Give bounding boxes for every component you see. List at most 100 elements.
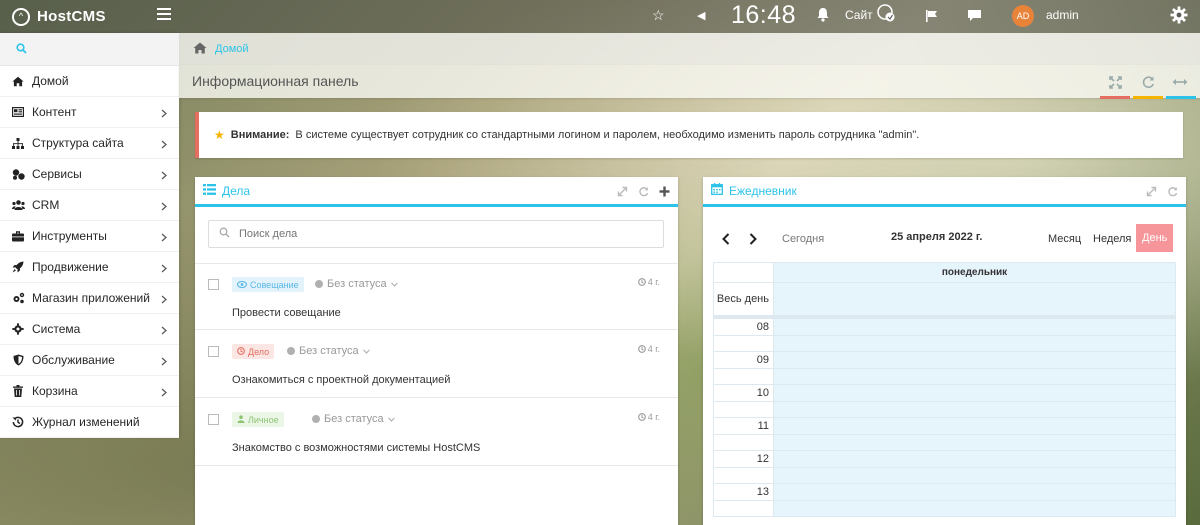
sidebar-item-8[interactable]: Система <box>0 314 179 345</box>
tasks-widget-title: Дела <box>222 183 251 198</box>
calendar-half-hour-row[interactable] <box>713 435 1176 451</box>
sidebar-item-6[interactable]: Продвижение <box>0 252 179 283</box>
sidebar-search[interactable] <box>0 33 179 66</box>
search-icon[interactable] <box>16 43 27 57</box>
task-checkbox[interactable] <box>208 346 219 357</box>
hour-label: 11 <box>713 418 774 434</box>
breadcrumb-home-link[interactable]: Домой <box>215 43 249 55</box>
calendar-slot[interactable] <box>774 418 1176 434</box>
week-view-button[interactable]: Неделя <box>1093 233 1131 245</box>
username[interactable]: admin <box>1046 8 1079 22</box>
site-label[interactable]: Сайт <box>845 8 873 22</box>
menu-toggle-button[interactable] <box>157 8 171 20</box>
sidebar-item-2[interactable]: Структура сайта <box>0 128 179 159</box>
task-search-input[interactable] <box>208 220 664 248</box>
add-icon[interactable] <box>659 186 670 200</box>
calendar-hour-row[interactable]: 13 <box>713 484 1176 501</box>
task-type-badge[interactable]: Совещание <box>232 277 304 292</box>
calendar-hour-row[interactable]: 08 <box>713 319 1176 336</box>
star-icon[interactable]: ☆ <box>652 7 665 24</box>
calendar-half-hour-row[interactable] <box>713 468 1176 484</box>
month-view-button[interactable]: Месяц <box>1048 233 1081 245</box>
calendar-half-hour-row[interactable] <box>713 501 1176 517</box>
calendar-slot[interactable] <box>774 352 1176 368</box>
task-search-field[interactable] <box>239 228 639 240</box>
task-title[interactable]: Ознакомиться с проектной документацией <box>232 374 450 386</box>
collapse-horizontal-icon[interactable] <box>1171 75 1189 89</box>
calendar-half-hour-row[interactable] <box>713 369 1176 385</box>
sidebar-item-label: Инструменты <box>32 229 107 243</box>
calendar-slot[interactable] <box>774 435 1176 450</box>
shield-icon <box>11 354 25 366</box>
task-row[interactable]: Личное Без статуса 4 г. Знакомство с возмож… <box>195 399 678 466</box>
trash-icon <box>11 385 25 397</box>
next-day-button[interactable] <box>749 232 757 248</box>
refresh-icon[interactable] <box>638 186 649 200</box>
tasks-widget: Дела Совещание Без статуса 4 г. Провести со… <box>195 177 678 525</box>
calendar-date: 25 апреля 2022 г. <box>891 231 983 243</box>
bell-icon[interactable] <box>816 7 830 25</box>
calendar-slot[interactable] <box>774 319 1176 335</box>
calendar-half-hour-row[interactable] <box>713 336 1176 352</box>
calendar-hour-row[interactable]: 11 <box>713 418 1176 435</box>
flag-icon[interactable] <box>925 9 939 26</box>
avatar[interactable]: AD <box>1012 5 1034 27</box>
calendar-slot[interactable] <box>774 385 1176 401</box>
sidebar-item-7[interactable]: Магазин приложений <box>0 283 179 314</box>
status-dot-icon <box>315 280 323 288</box>
calendar-hour-row[interactable]: 12 <box>713 451 1176 468</box>
sidebar-item-3[interactable]: Сервисы <box>0 159 179 190</box>
sidebar-item-11[interactable]: Журнал изменений <box>0 407 179 438</box>
sidebar-item-5[interactable]: Инструменты <box>0 221 179 252</box>
home-icon[interactable] <box>193 42 207 57</box>
sidebar-item-10[interactable]: Корзина <box>0 376 179 407</box>
star-icon: ★ <box>214 128 225 142</box>
task-type-badge[interactable]: Дело <box>232 344 275 359</box>
task-row[interactable]: Совещание Без статуса 4 г. Провести совещан… <box>195 263 678 330</box>
header-line-red <box>1100 96 1130 99</box>
calendar-slot[interactable] <box>774 336 1176 351</box>
hour-label: 13 <box>713 484 774 500</box>
sidebar-item-0[interactable]: Домой <box>0 66 179 97</box>
hour-label: 12 <box>713 451 774 467</box>
task-status-dropdown[interactable]: Без статуса <box>315 278 398 290</box>
expand-icon[interactable] <box>617 186 628 200</box>
task-status-dropdown[interactable]: Без статуса <box>312 413 395 425</box>
calendar-hour-row[interactable]: 10 <box>713 385 1176 402</box>
calendar-slot[interactable] <box>774 451 1176 467</box>
calendar-slot[interactable] <box>774 402 1176 417</box>
sidebar-item-1[interactable]: Контент <box>0 97 179 128</box>
refresh-icon[interactable] <box>1139 75 1157 89</box>
task-status-dropdown[interactable]: Без статуса <box>287 345 370 357</box>
settings-gear-icon[interactable] <box>1170 6 1188 27</box>
page-title: Информационная панель <box>192 73 359 89</box>
task-checkbox[interactable] <box>208 279 219 290</box>
sidebar-item-4[interactable]: CRM <box>0 190 179 221</box>
task-type-badge[interactable]: Личное <box>232 412 284 427</box>
chat-icon[interactable] <box>967 9 982 26</box>
task-checkbox[interactable] <box>208 414 219 425</box>
task-title[interactable]: Провести совещание <box>232 307 341 319</box>
fullscreen-icon[interactable] <box>1106 75 1124 89</box>
calendar-slot[interactable] <box>774 369 1176 384</box>
sidebar-item-9[interactable]: Обслуживание <box>0 345 179 376</box>
logo[interactable]: ^ HostCMS <box>0 7 150 26</box>
task-row[interactable]: Дело Без статуса 4 г. Ознакомиться с проект… <box>195 331 678 398</box>
calendar-all-day-row[interactable]: Весь день <box>713 283 1176 316</box>
calendar-hour-row[interactable]: 09 <box>713 352 1176 369</box>
prev-day-button[interactable] <box>722 232 730 248</box>
task-title[interactable]: Знакомство с возможностями системы HostC… <box>232 442 480 454</box>
warning-alert: ★ Внимание: В системе существует сотрудн… <box>195 112 1183 158</box>
sidebar-item-label: Контент <box>32 105 77 119</box>
caret-left-icon[interactable]: ◀ <box>697 9 705 22</box>
today-button[interactable]: Сегодня <box>782 233 824 245</box>
calendar-slot[interactable] <box>774 468 1176 483</box>
expand-icon[interactable] <box>1146 186 1157 200</box>
calendar-slot[interactable] <box>774 484 1176 500</box>
calendar-half-hour-row[interactable] <box>713 402 1176 418</box>
day-view-button[interactable]: День <box>1136 224 1174 252</box>
calendar-slot[interactable] <box>774 501 1176 516</box>
refresh-icon[interactable] <box>1167 186 1178 200</box>
site-globe-icon[interactable] <box>875 3 897 28</box>
task-age: 4 г. <box>637 277 660 287</box>
